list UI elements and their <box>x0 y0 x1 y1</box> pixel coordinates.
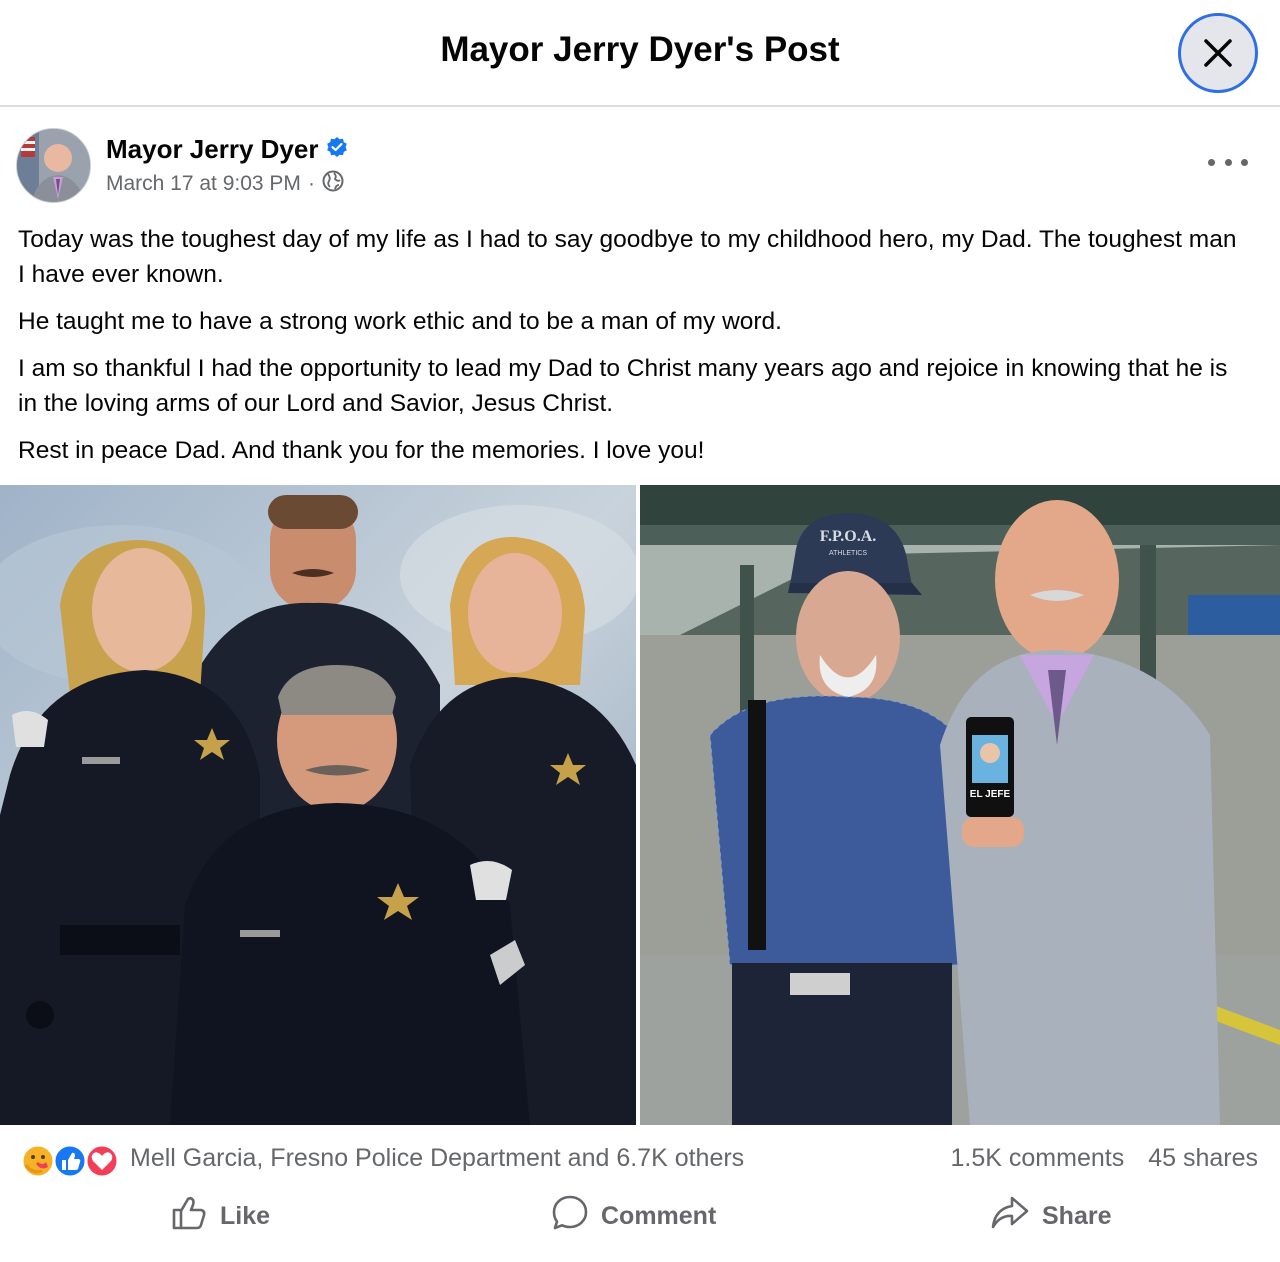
post-paragraph: He taught me to have a strong work ethic… <box>18 308 782 335</box>
action-bar: Like Comment Share <box>0 1186 1280 1246</box>
share-label: Share <box>1042 1201 1112 1230</box>
reaction-icons[interactable] <box>20 1141 120 1181</box>
can-label: EL JEFE <box>970 789 1011 800</box>
close-icon <box>1183 18 1253 88</box>
post-paragraph: Today was the toughest day of my life as… <box>18 226 1237 288</box>
comment-label: Comment <box>601 1201 717 1230</box>
post-paragraph: I am so thankful I had the opportunity t… <box>18 355 1228 417</box>
photo-grid: EL JEFE F.P.O.A. ATHLETICS <box>0 485 1280 1125</box>
verified-badge-icon <box>326 134 348 165</box>
like-label: Like <box>220 1201 271 1230</box>
comment-button[interactable]: Comment <box>551 1194 716 1238</box>
photo-father-son-stadium[interactable]: EL JEFE F.P.O.A. ATHLETICS <box>640 485 1280 1125</box>
comment-icon <box>551 1194 589 1239</box>
globe-icon <box>322 170 344 198</box>
post-header: Mayor Jerry Dyer March 17 at 9:03 PM · <box>16 128 1266 208</box>
post-text: Today was the toughest day of my life as… <box>18 222 1248 480</box>
dialog-title: Mayor Jerry Dyer's Post <box>440 30 840 69</box>
post-timestamp[interactable]: March 17 at 9:03 PM <box>106 172 301 196</box>
author-name[interactable]: Mayor Jerry Dyer <box>106 134 348 165</box>
engagement-counts: 1.5K comments 45 shares <box>951 1144 1258 1173</box>
like-button[interactable]: Like <box>170 1194 270 1238</box>
reaction-summary[interactable]: Mell Garcia, Fresno Police Department an… <box>130 1144 744 1173</box>
like-icon <box>170 1194 208 1239</box>
meta-separator: · <box>307 172 315 195</box>
post-meta: March 17 at 9:03 PM · <box>106 170 344 198</box>
author-name-text: Mayor Jerry Dyer <box>106 134 319 164</box>
share-icon <box>990 1194 1030 1239</box>
post-paragraph: Rest in peace Dad. And thank you for the… <box>18 437 705 464</box>
share-button[interactable]: Share <box>990 1194 1111 1238</box>
close-button[interactable] <box>1178 13 1258 93</box>
more-options-icon[interactable] <box>1208 152 1248 172</box>
cap-text: F.P.O.A. <box>820 528 877 545</box>
cap-subtext: ATHLETICS <box>829 550 867 557</box>
avatar[interactable] <box>16 128 91 203</box>
dialog-header: Mayor Jerry Dyer's Post <box>0 0 1280 107</box>
photo-family-uniforms[interactable] <box>0 485 636 1125</box>
post-stats: Mell Garcia, Fresno Police Department an… <box>0 1138 1280 1182</box>
shares-count[interactable]: 45 shares <box>1148 1144 1258 1173</box>
comments-count[interactable]: 1.5K comments <box>951 1144 1125 1173</box>
